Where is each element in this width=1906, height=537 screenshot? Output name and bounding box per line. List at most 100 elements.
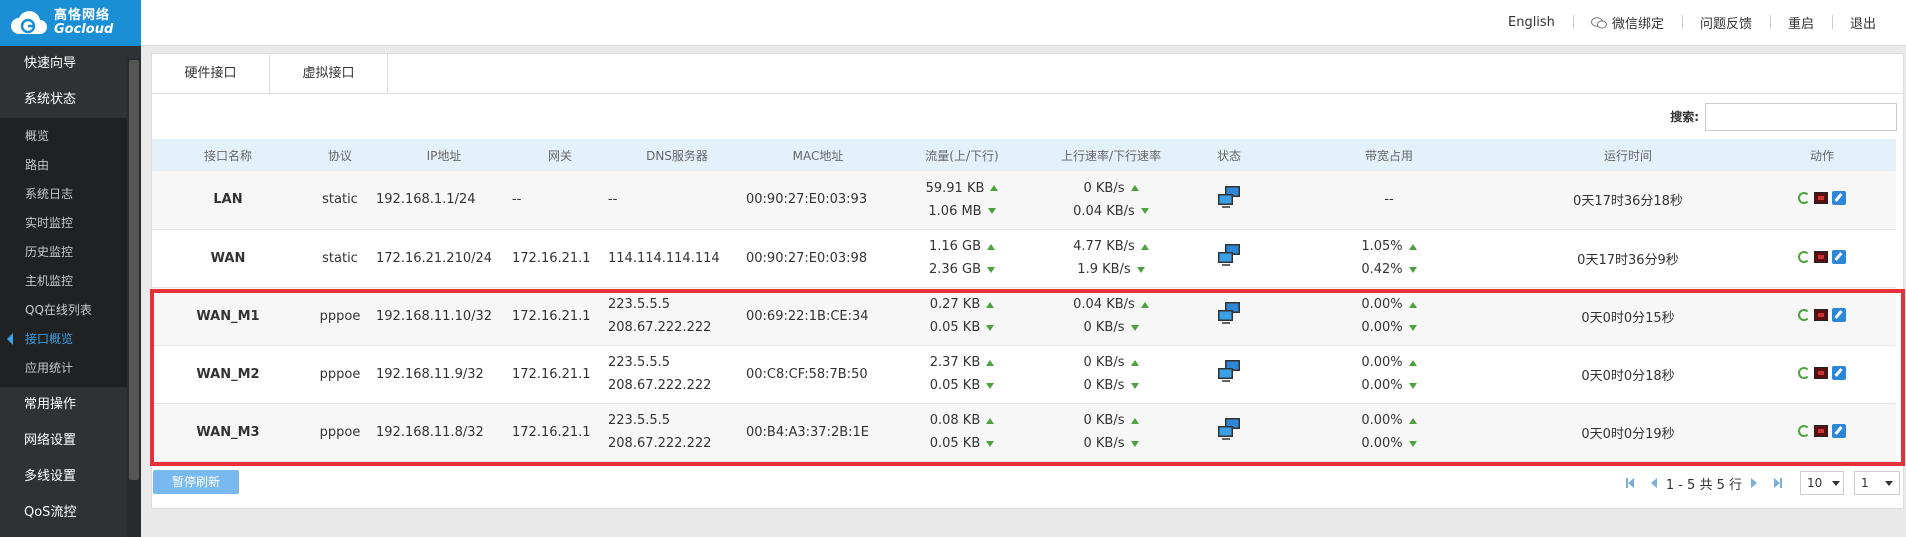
edit-icon[interactable]: [1832, 191, 1846, 206]
language-link[interactable]: English: [1490, 15, 1573, 30]
network-card-icon[interactable]: [1814, 308, 1828, 321]
edit-icon[interactable]: [1832, 307, 1846, 322]
network-card-icon[interactable]: [1814, 366, 1828, 379]
logo[interactable]: 高恪网络 Gocloud: [0, 0, 141, 46]
sub-realtime-monitor[interactable]: 实时监控: [0, 209, 141, 238]
feedback-link[interactable]: 问题反馈: [1681, 13, 1770, 32]
arrow-down-icon: [1130, 440, 1139, 447]
table-row: WAN static 172.16.21.210/24 172.16.21.1 114.…: [152, 229, 1896, 287]
sub-history-monitor[interactable]: 历史监控: [0, 238, 141, 267]
traffic-value: 2.36 GB: [928, 262, 982, 277]
reboot-link[interactable]: 重启: [1769, 13, 1832, 32]
traffic: 59.91 KB 1.06 MB: [890, 171, 1034, 229]
column-header: 带宽占用: [1364, 148, 1413, 163]
column-header: 运行时间: [1603, 148, 1652, 163]
bandwidth-line: 0.42%: [1270, 258, 1508, 281]
scrollbar-thumb[interactable]: [129, 60, 139, 480]
menu-system-status[interactable]: 系统状态: [0, 82, 141, 118]
sub-system-log[interactable]: 系统日志: [0, 180, 141, 209]
ip-address: 172.16.21.210/24: [376, 250, 493, 266]
bandwidth-line: 0.00%: [1270, 293, 1508, 316]
bandwidth-value: --: [1384, 192, 1394, 208]
page-value: 1: [1861, 476, 1869, 490]
dns-server: 114.114.114.114: [608, 250, 720, 266]
page-size-value: 10: [1807, 476, 1823, 490]
pause-refresh-button[interactable]: 暂停刷新: [153, 470, 239, 494]
rate-line: 0 KB/s: [1034, 432, 1188, 455]
first-page-icon[interactable]: [1623, 476, 1637, 490]
status-cell: [1188, 345, 1270, 403]
arrow-down-icon: [1130, 324, 1139, 331]
bandwidth-line: 0.00%: [1270, 374, 1508, 397]
protocol: static: [322, 192, 358, 208]
uptime: 0天17时36分9秒: [1577, 252, 1679, 268]
wechat-icon: [1590, 16, 1607, 28]
sub-host-monitor[interactable]: 主机监控: [0, 267, 141, 296]
sub-interface-overview[interactable]: 接口概览: [0, 325, 141, 354]
sidebar-scrollbar[interactable]: [127, 58, 141, 537]
sub-route[interactable]: 路由: [0, 151, 141, 180]
network-card-icon[interactable]: [1814, 424, 1828, 437]
tab-hardware-interface[interactable]: 硬件接口: [152, 54, 270, 94]
rate: 4.77 KB/s 1.9 KB/s: [1034, 229, 1188, 287]
top-header: English 微信绑定 问题反馈 重启 退出: [141, 0, 1906, 46]
menu-quick-guide[interactable]: 快速向导: [0, 46, 141, 82]
search-input[interactable]: [1705, 102, 1897, 131]
mac-address: 00:90:27:E0:03:98: [746, 250, 868, 266]
sub-overview[interactable]: 概览: [0, 122, 141, 151]
rate-line: 0.04 KB/s: [1034, 200, 1188, 223]
menu-qos[interactable]: QoS流控: [0, 495, 141, 531]
refresh-icon[interactable]: [1798, 424, 1810, 437]
refresh-icon[interactable]: [1798, 366, 1810, 379]
refresh-icon[interactable]: [1798, 308, 1810, 321]
bandwidth: 0.00% 0.00%: [1270, 403, 1508, 461]
rate-value: 0.04 KB/s: [1073, 203, 1135, 219]
traffic-value: 0.08 KB: [929, 413, 981, 428]
network-card-icon[interactable]: [1814, 250, 1828, 263]
menu-network-settings[interactable]: 网络设置: [0, 423, 141, 459]
refresh-icon[interactable]: [1798, 250, 1810, 263]
actions: [1748, 403, 1896, 461]
traffic-line: 59.91 KB: [890, 177, 1034, 200]
rate: 0 KB/s 0 KB/s: [1034, 345, 1188, 403]
rate-line: 0 KB/s: [1034, 409, 1188, 432]
edit-icon[interactable]: [1832, 365, 1846, 380]
arrow-up-icon: [990, 185, 999, 192]
sub-app-stats[interactable]: 应用统计: [0, 354, 141, 383]
menu-common-ops[interactable]: 常用操作: [0, 387, 141, 423]
dns-server: 208.67.222.222: [608, 378, 712, 393]
next-page-icon[interactable]: [1747, 476, 1761, 490]
arrow-down-icon: [1130, 382, 1139, 389]
edit-icon[interactable]: [1832, 423, 1846, 438]
status-cell: [1188, 287, 1270, 345]
edit-icon[interactable]: [1832, 249, 1846, 264]
chevron-down-icon: [1885, 480, 1893, 486]
protocol: static: [322, 250, 358, 266]
arrow-down-icon: [986, 324, 995, 331]
actions: [1748, 345, 1896, 403]
network-computer-icon: [1216, 359, 1242, 385]
page-select[interactable]: 1: [1854, 471, 1900, 495]
sub-qq-online[interactable]: QQ在线列表: [0, 296, 141, 325]
search-label: 搜索:: [1670, 110, 1699, 124]
arrow-down-icon: [1408, 382, 1417, 389]
last-page-icon[interactable]: [1771, 476, 1785, 490]
arrow-up-icon: [1408, 359, 1417, 366]
refresh-icon[interactable]: [1798, 192, 1810, 205]
wechat-bind-link[interactable]: 微信绑定: [1572, 13, 1682, 32]
dns-servers: 114.114.114.114: [608, 229, 746, 287]
rate-value: 0 KB/s: [1083, 436, 1125, 451]
ip-address: 192.168.11.8/32: [376, 424, 484, 440]
logout-link[interactable]: 退出: [1831, 13, 1894, 32]
action-group: [1798, 249, 1846, 264]
menu-multiline-settings[interactable]: 多线设置: [0, 459, 141, 495]
network-card-icon[interactable]: [1814, 192, 1828, 205]
gateway: --: [512, 192, 522, 208]
page-size-select[interactable]: 10: [1800, 471, 1844, 495]
prev-page-icon[interactable]: [1647, 476, 1661, 490]
tab-virtual-interface[interactable]: 虚拟接口: [270, 54, 388, 94]
bandwidth-value: 0.00%: [1361, 413, 1403, 428]
column-header: 上行速率/下行速率: [1060, 148, 1162, 163]
arrow-up-icon: [986, 417, 995, 424]
rate: 0 KB/s 0.04 KB/s: [1034, 171, 1188, 229]
